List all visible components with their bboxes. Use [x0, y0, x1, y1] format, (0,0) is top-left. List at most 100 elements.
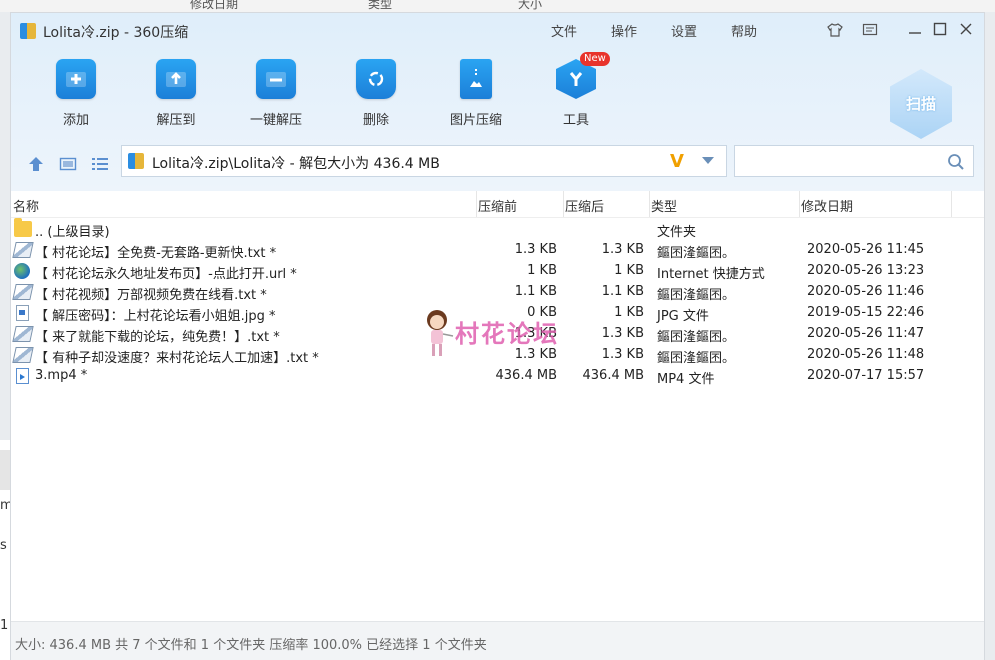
file-name: 【 村花视频】万部视频免费在线看.txt *	[35, 288, 267, 303]
background-window-header: 修改日期 类型 大小	[0, 0, 995, 12]
address-path: Lolita冷.zip\Lolita冷 - 解包大小为 436.4 MB	[152, 156, 440, 172]
header-separator	[799, 191, 800, 217]
maximize-icon[interactable]	[929, 19, 951, 41]
file-type: 鏂囨湰鏂囨。	[657, 351, 736, 366]
header-separator	[476, 191, 477, 217]
file-name: 3.mp4 *	[35, 368, 88, 383]
file-row-parent[interactable]: .. (上级目录) 文件夹	[11, 218, 984, 240]
file-type: 鏂囨湰鏂囨。	[657, 330, 736, 345]
one-click-extract-button[interactable]: 一键解压	[236, 59, 316, 128]
feedback-icon[interactable]	[859, 19, 881, 41]
file-date: 2020-05-26 11:47	[807, 326, 925, 341]
file-after: 436.4 MB	[582, 368, 644, 383]
header-type[interactable]: 类型	[651, 196, 677, 215]
text-file-icon	[12, 347, 34, 363]
navigation-bar: Lolita冷.zip\Lolita冷 - 解包大小为 436.4 MB V	[11, 143, 984, 183]
cartoon-girl-icon	[427, 310, 454, 356]
address-bar[interactable]: Lolita冷.zip\Lolita冷 - 解包大小为 436.4 MB V	[121, 145, 727, 177]
image-compress-label: 图片压缩	[449, 113, 502, 128]
header-name[interactable]: 名称	[13, 196, 39, 215]
view-toggle-icon[interactable]	[59, 155, 77, 173]
file-row[interactable]: 3.mp4 * 436.4 MB 436.4 MB MP4 文件 2020-07…	[11, 366, 984, 387]
text-file-icon	[12, 326, 34, 342]
extract-to-button[interactable]: 解压到	[136, 59, 216, 128]
title-bar[interactable]: Lolita冷.zip - 360压缩 文件 操作 设置 帮助	[11, 13, 984, 47]
search-input[interactable]	[741, 152, 945, 172]
chevron-v-icon[interactable]: V	[670, 151, 684, 172]
skin-icon[interactable]	[824, 19, 846, 41]
scan-label: 扫描	[905, 95, 936, 113]
add-folder-icon	[56, 59, 96, 99]
file-date: 2020-07-17 15:57	[807, 368, 925, 383]
file-date: 2020-05-26 11:46	[807, 284, 925, 299]
file-after: 1.3 KB	[601, 347, 644, 362]
bg-column-size: 大小	[518, 0, 543, 11]
one-click-extract-label: 一键解压	[249, 113, 302, 128]
header-compressed[interactable]: 压缩前	[478, 196, 517, 215]
file-after: 1 KB	[614, 305, 644, 320]
file-before: 1.3 KB	[514, 242, 557, 257]
file-after: 1 KB	[614, 263, 644, 278]
up-arrow-icon[interactable]	[27, 155, 45, 173]
bg-column-date: 修改日期	[190, 0, 239, 11]
file-before: 436.4 MB	[495, 368, 557, 383]
file-before: 1 KB	[527, 263, 557, 278]
menu-settings[interactable]: 设置	[671, 21, 697, 40]
ribbon-area: Lolita冷.zip - 360压缩 文件 操作 设置 帮助 添加 解压到 一…	[11, 13, 984, 191]
image-file-icon	[16, 305, 29, 321]
bg-edge-text-2: s	[0, 538, 7, 553]
file-date: 2020-05-26 11:45	[807, 242, 925, 257]
file-name: 【 解压密码】：上村花论坛看小姐姐.jpg *	[35, 309, 276, 324]
archive-icon	[128, 153, 144, 169]
video-file-icon	[16, 368, 29, 384]
dropdown-arrow-icon[interactable]	[702, 157, 714, 164]
new-badge: New	[580, 52, 610, 66]
file-type: 文件夹	[657, 225, 697, 240]
app-window: Lolita冷.zip - 360压缩 文件 操作 设置 帮助 添加 解压到 一…	[10, 12, 985, 660]
header-separator	[563, 191, 564, 217]
internet-shortcut-icon	[14, 263, 30, 279]
file-type: JPG 文件	[657, 309, 709, 324]
add-button[interactable]: 添加	[36, 59, 116, 128]
file-after: 1.3 KB	[601, 242, 644, 257]
file-before: 1.1 KB	[514, 284, 557, 299]
file-row[interactable]: 【 村花视频】万部视频免费在线看.txt * 1.1 KB 1.1 KB 鏂囨湰…	[11, 282, 984, 303]
header-separator	[951, 191, 952, 217]
search-box[interactable]	[734, 145, 974, 177]
file-type: 鏂囨湰鏂囨。	[657, 288, 736, 303]
delete-icon	[356, 59, 396, 99]
window-title: Lolita冷.zip - 360压缩	[43, 25, 189, 41]
menu-operation[interactable]: 操作	[611, 21, 637, 40]
menu-help[interactable]: 帮助	[731, 21, 757, 40]
tools-button[interactable]: New 工具	[536, 52, 616, 128]
delete-label: 删除	[362, 113, 389, 128]
delete-button[interactable]: 删除	[336, 59, 416, 128]
file-date: 2019-05-15 22:46	[807, 305, 925, 320]
header-modified[interactable]: 修改日期	[801, 196, 853, 215]
file-name: .. (上级目录)	[35, 225, 110, 240]
status-text: 大小: 436.4 MB 共 7 个文件和 1 个文件夹 压缩率 100.0% …	[15, 638, 487, 653]
bg-gray-block	[0, 450, 10, 490]
file-name: 【 来了就能下载的论坛，纯免费！】.txt *	[35, 330, 280, 345]
watermark-text: 村花论坛	[455, 320, 559, 348]
close-icon[interactable]	[955, 19, 977, 41]
scan-button[interactable]: 扫描	[890, 69, 952, 139]
add-label: 添加	[62, 113, 89, 128]
file-row[interactable]: 【 村花论坛永久地址发布页】-点此打开.url * 1 KB 1 KB Inte…	[11, 261, 984, 282]
file-row[interactable]: 【 村花论坛】全免费-无套路-更新快.txt * 1.3 KB 1.3 KB 鏂…	[11, 240, 984, 261]
file-name: 【 村花论坛永久地址发布页】-点此打开.url *	[35, 267, 297, 282]
bg-column-type: 类型	[368, 0, 393, 11]
extract-to-icon	[156, 59, 196, 99]
column-headers: 名称 压缩前 压缩后 类型 修改日期	[11, 191, 984, 218]
folder-icon	[14, 218, 32, 237]
menu-file[interactable]: 文件	[551, 21, 577, 40]
file-date: 2020-05-26 11:48	[807, 347, 925, 362]
list-view-icon[interactable]	[91, 155, 109, 173]
minimize-icon[interactable]	[904, 19, 926, 41]
file-name: 【 有种子却没速度？来村花论坛人工加速】.txt *	[35, 351, 319, 366]
search-icon[interactable]	[947, 153, 965, 171]
zip-app-icon	[20, 23, 36, 39]
image-compress-button[interactable]: 图片压缩	[436, 59, 516, 128]
header-uncompressed[interactable]: 压缩后	[565, 196, 604, 215]
text-file-icon	[12, 284, 34, 300]
